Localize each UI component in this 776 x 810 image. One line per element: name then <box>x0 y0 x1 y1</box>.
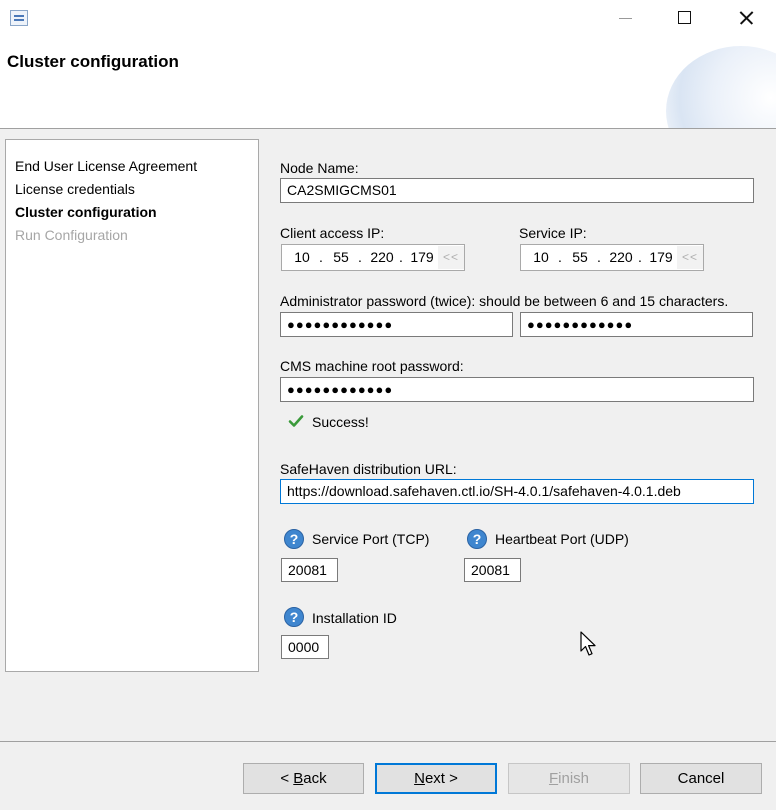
cms-root-password-input[interactable]: ●●●●●●●●●●●● <box>280 377 754 402</box>
service-ip-octet-1[interactable]: 10 <box>527 245 555 270</box>
back-button-accesskey: B <box>293 770 304 787</box>
app-icon <box>10 10 28 26</box>
client-ip-octet-3[interactable]: 220 <box>366 245 398 270</box>
title-bar <box>0 0 776 36</box>
service-ip-octet-3[interactable]: 220 <box>605 245 637 270</box>
finish-button-label: inish <box>558 770 590 787</box>
client-ip-input[interactable]: 10 . 55 . 220 . 179 << <box>281 244 465 271</box>
wizard-steps-panel: End User License Agreement License crede… <box>5 139 259 672</box>
footer-divider <box>0 741 776 742</box>
service-ip-input[interactable]: 10 . 55 . 220 . 179 << <box>520 244 704 271</box>
service-ip-dot: . <box>638 249 642 265</box>
distribution-url-label: SafeHaven distribution URL: <box>280 461 457 477</box>
node-name-label: Node Name: <box>280 160 359 176</box>
status-message: Success! <box>312 414 369 430</box>
back-button-prefix: < <box>280 770 294 787</box>
check-icon <box>288 415 304 427</box>
back-button-label: ack <box>303 770 327 787</box>
installation-id-help-icon[interactable]: ? <box>284 607 304 627</box>
client-ip-dot: . <box>319 249 323 265</box>
client-ip-octet-1[interactable]: 10 <box>288 245 316 270</box>
node-name-input[interactable]: CA2SMIGCMS01 <box>280 178 754 203</box>
heartbeat-port-label: Heartbeat Port (UDP) <box>495 531 629 547</box>
heartbeat-port-help-icon[interactable]: ? <box>467 529 487 549</box>
service-port-help-icon[interactable]: ? <box>284 529 304 549</box>
client-ip-octet-2[interactable]: 55 <box>327 245 355 270</box>
service-ip-octet-2[interactable]: 55 <box>566 245 594 270</box>
service-ip-label: Service IP: <box>519 225 587 241</box>
service-ip-octet-4[interactable]: 179 <box>645 245 677 270</box>
finish-button[interactable]: Finish <box>508 763 630 794</box>
next-button-label: ext > <box>424 770 458 787</box>
installation-id-input[interactable]: 0000 <box>281 635 329 659</box>
admin-password-confirm-input[interactable]: ●●●●●●●●●●●● <box>520 312 753 337</box>
next-button-accesskey: N <box>414 770 425 787</box>
client-ip-expand-button[interactable]: << <box>438 246 464 269</box>
cancel-button[interactable]: Cancel <box>640 763 762 794</box>
client-ip-dot: . <box>358 249 362 265</box>
client-ip-dot: . <box>399 249 403 265</box>
step-run-configuration: Run Configuration <box>15 227 128 243</box>
finish-button-accesskey: F <box>548 770 559 787</box>
maximize-button[interactable] <box>657 0 715 36</box>
service-ip-dot: . <box>558 249 562 265</box>
page-title: Cluster configuration <box>7 52 179 71</box>
service-ip-dot: . <box>597 249 601 265</box>
service-ip-expand-button[interactable]: << <box>677 246 703 269</box>
service-port-label: Service Port (TCP) <box>312 531 430 547</box>
close-button[interactable] <box>717 0 775 36</box>
step-cluster-configuration: Cluster configuration <box>15 204 157 220</box>
cms-root-password-label: CMS machine root password: <box>280 358 464 374</box>
heartbeat-port-input[interactable]: 20081 <box>464 558 521 582</box>
step-license-credentials: License credentials <box>15 181 135 197</box>
wizard-header: Cluster configuration <box>0 36 776 128</box>
admin-password-label: Administrator password (twice): should b… <box>280 293 729 309</box>
step-eula: End User License Agreement <box>15 158 198 174</box>
service-port-input[interactable]: 20081 <box>281 558 338 582</box>
minimize-button[interactable] <box>597 0 655 36</box>
back-button[interactable]: < Back <box>243 763 364 794</box>
next-button[interactable]: Next > <box>375 763 497 794</box>
mouse-cursor-icon <box>580 631 596 656</box>
header-divider <box>0 128 776 129</box>
installation-id-label: Installation ID <box>312 610 397 626</box>
distribution-url-input[interactable]: https://download.safehaven.ctl.io/SH-4.0… <box>280 479 754 504</box>
header-decoration <box>666 46 776 128</box>
admin-password-input[interactable]: ●●●●●●●●●●●● <box>280 312 513 337</box>
client-ip-label: Client access IP: <box>280 225 385 241</box>
client-ip-octet-4[interactable]: 179 <box>406 245 438 270</box>
